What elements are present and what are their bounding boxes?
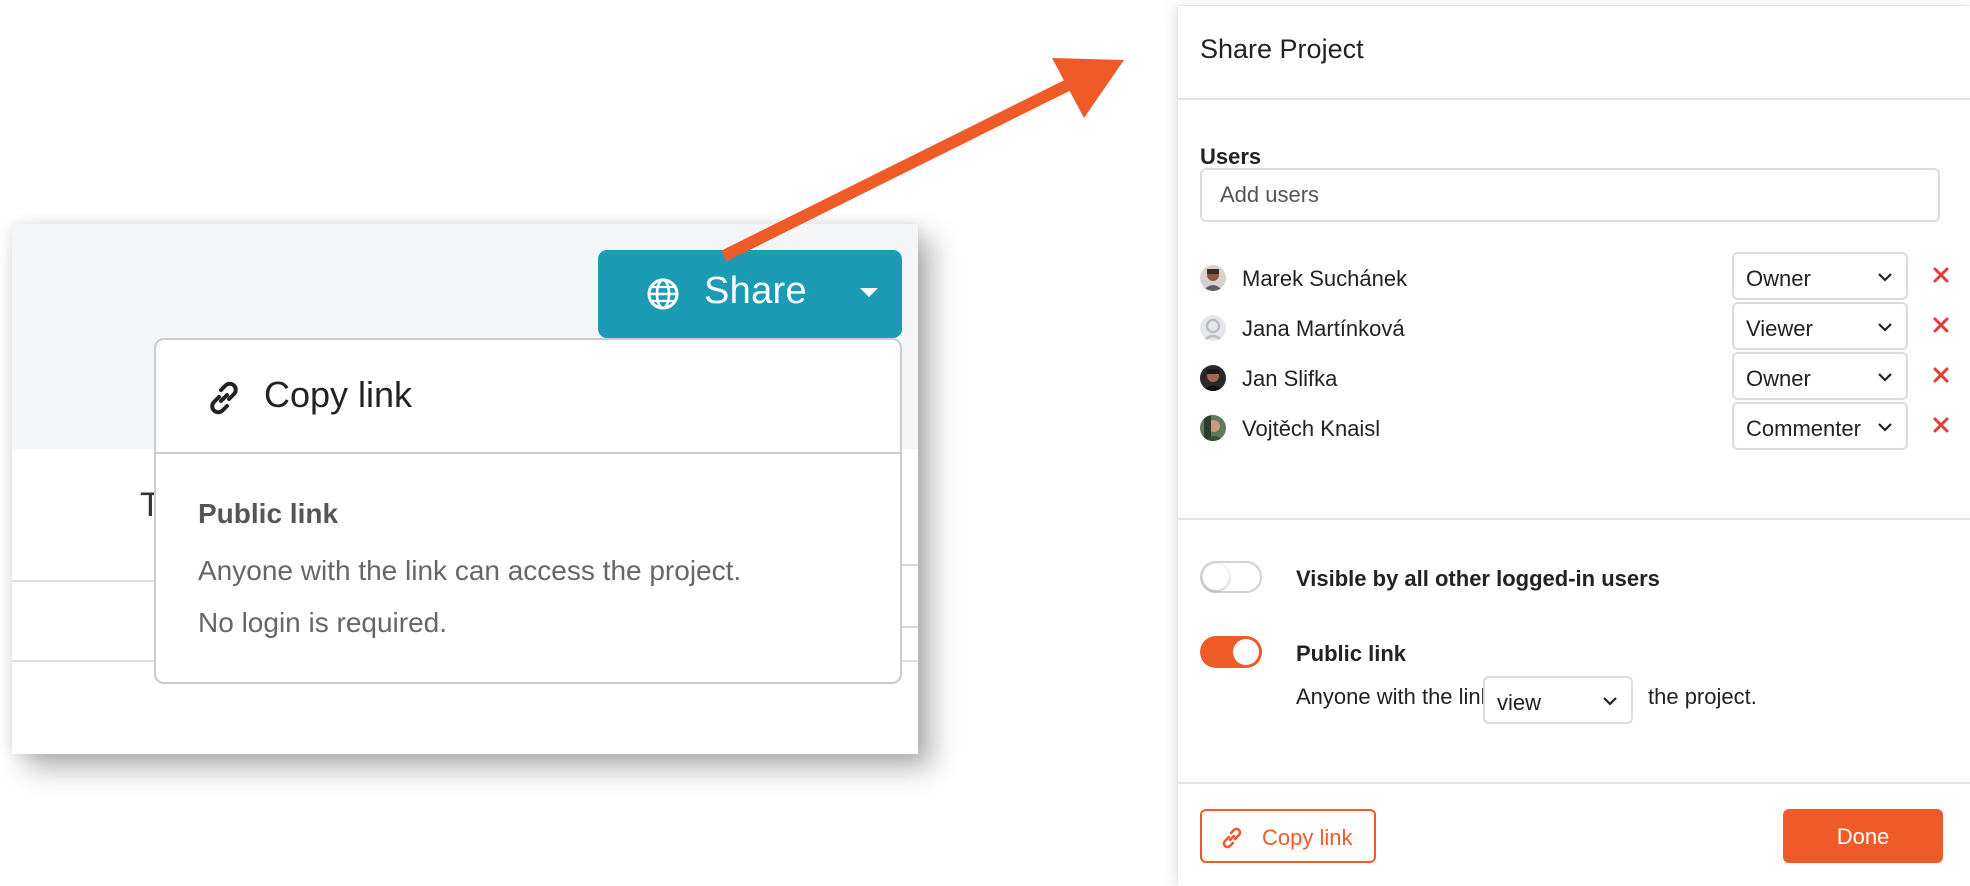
copy-link-menu-item[interactable]: Copy link	[156, 340, 900, 454]
users-label: Users	[1200, 144, 1262, 169]
permission-value: view	[1497, 690, 1542, 715]
remove-user-icon[interactable]	[1930, 264, 1952, 286]
chevron-down-icon	[1603, 697, 1617, 706]
public-link-label: Public link	[1296, 641, 1407, 666]
remove-user-icon[interactable]	[1930, 364, 1952, 386]
user-name: Jana Martínková	[1242, 316, 1405, 341]
chevron-down-icon	[1878, 373, 1892, 382]
remove-user-icon[interactable]	[1930, 414, 1952, 436]
toggle-knob	[1233, 639, 1259, 665]
user-name: Jan Slifka	[1242, 366, 1338, 391]
toggle-knob	[1203, 564, 1229, 590]
modal-header-divider	[1178, 98, 1970, 100]
share-dropdown-menu: Copy link Public link Anyone with the li…	[154, 338, 902, 684]
role-select[interactable]: Owner	[1732, 352, 1908, 400]
visible-to-logged-in-toggle[interactable]	[1200, 561, 1262, 593]
user-row: Jana Martínková Viewer	[1200, 302, 1960, 352]
done-button-label: Done	[1836, 824, 1890, 849]
copy-link-label: Copy link	[264, 374, 413, 415]
user-row: Vojtěch Knaisl Commenter	[1200, 402, 1960, 452]
user-name: Marek Suchánek	[1242, 266, 1408, 291]
avatar	[1200, 315, 1226, 341]
modal-footer-divider	[1178, 782, 1970, 784]
modal-title: Share Project	[1200, 34, 1364, 64]
users-section-divider	[1178, 518, 1970, 520]
dropdown-divider	[156, 452, 900, 454]
share-project-modal: Share Project Users Marek Suchánek Owner…	[1178, 6, 1970, 886]
share-dropdown-excerpt: T Share Copy link Public link Anyone wit…	[12, 224, 918, 754]
user-name: Vojtěch Knaisl	[1242, 416, 1381, 441]
pointer-arrow	[721, 58, 1124, 262]
globe-icon	[647, 278, 679, 310]
copy-link-button[interactable]: Copy link	[1200, 809, 1376, 863]
role-value: Commenter	[1746, 416, 1861, 441]
add-users-input[interactable]	[1200, 168, 1940, 222]
role-value: Viewer	[1746, 316, 1813, 341]
avatar	[1200, 365, 1226, 391]
role-value: Owner	[1746, 366, 1811, 391]
chevron-down-icon	[1878, 423, 1892, 432]
avatar	[1200, 265, 1226, 291]
public-link-sentence-suffix: the project.	[1648, 684, 1757, 709]
link-icon	[1222, 827, 1242, 849]
done-button[interactable]: Done	[1783, 809, 1943, 863]
visible-to-logged-in-label: Visible by all other logged-in users	[1296, 566, 1660, 591]
role-select[interactable]: Owner	[1732, 252, 1908, 300]
caret-down-icon[interactable]	[860, 288, 878, 297]
avatar	[1200, 415, 1226, 441]
public-link-desc-line1: Anyone with the link can access the proj…	[198, 555, 742, 586]
user-row: Marek Suchánek Owner	[1200, 252, 1960, 302]
public-link-permission-select[interactable]: view	[1483, 676, 1633, 724]
public-link-desc-line2: No login is required.	[198, 607, 448, 638]
link-icon	[210, 381, 238, 415]
remove-user-icon[interactable]	[1930, 314, 1952, 336]
public-link-toggle[interactable]	[1200, 636, 1262, 668]
chevron-down-icon	[1878, 273, 1892, 282]
public-link-description: Anyone with the link can access the proj…	[198, 545, 878, 649]
share-button-label: Share	[704, 270, 807, 312]
user-row: Jan Slifka Owner	[1200, 352, 1960, 402]
role-value: Owner	[1746, 266, 1811, 291]
copy-link-button-label: Copy link	[1262, 825, 1353, 850]
chevron-down-icon	[1878, 323, 1892, 332]
role-select[interactable]: Viewer	[1732, 302, 1908, 350]
role-select[interactable]: Commenter	[1732, 402, 1908, 450]
public-link-title: Public link	[198, 498, 339, 529]
